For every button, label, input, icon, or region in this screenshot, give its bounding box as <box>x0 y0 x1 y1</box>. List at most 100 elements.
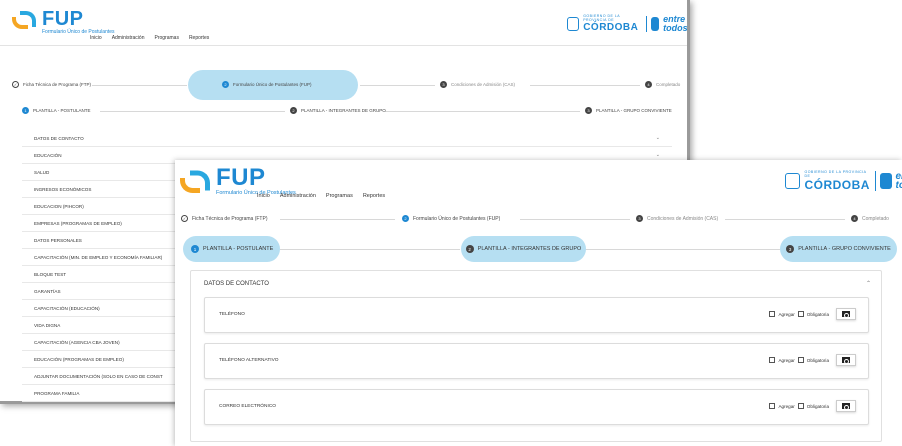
step-label: Completado <box>656 82 681 87</box>
add-checkbox[interactable] <box>769 357 776 363</box>
substep-number: 2 <box>290 107 297 114</box>
step-connector <box>530 85 640 86</box>
brand-slogan-2: todos <box>663 22 688 33</box>
brand-small: GOBIERNO DE LA PROVINCIA DE <box>583 14 620 22</box>
field-row-correo: CORREO ELECTRÓNICO Agregar Obligatoria <box>204 389 869 425</box>
step-connector <box>92 85 187 86</box>
nav-item-inicio[interactable]: Inicio <box>257 193 270 199</box>
substep-label: PLANTILLA - GRUPO CONVIVIENTE <box>798 246 891 252</box>
step-label: Condiciones de Admisión (CAS) <box>451 82 516 87</box>
field-label: CORREO ELECTRÓNICO <box>219 404 277 409</box>
required-label: Obligatoria <box>806 311 829 317</box>
accordion-label: EMPRESAS (PROGRAMAS DE EMPLEO) <box>34 220 122 226</box>
required-label: Obligatoria <box>806 357 829 363</box>
accordion-label: GARANTÍAS <box>34 288 61 294</box>
accordion-label: CAPACITACIÓN (AGENCIA CBA JOVEN) <box>34 339 120 345</box>
field-row-telefono-alternativo: TELÉFONO ALTERNATIVO Agregar Obligatoria <box>204 343 869 379</box>
substep-integrantes[interactable]: 2 PLANTILLA - INTEGRANTES DE GRUPO <box>290 107 386 114</box>
brand-divider <box>874 171 876 191</box>
step-connector <box>520 219 630 220</box>
chevron-down-icon: ⌄ <box>655 152 660 158</box>
step-ftp[interactable]: ✓ Ficha Técnica de Programa (FTP) <box>181 215 268 222</box>
step-cas[interactable]: 3 Condiciones de Admisión (CAS) <box>440 81 515 88</box>
step-fup[interactable]: 2 Formulario Único de Postulantes (FUP) <box>402 215 500 222</box>
preview-button[interactable] <box>836 400 856 412</box>
substep-integrantes[interactable]: 2 PLANTILLA - INTEGRANTES DE GRUPO <box>461 236 586 262</box>
substep-conviviente[interactable]: 3 PLANTILLA - GRUPO CONVIVIENTE <box>585 107 672 114</box>
accordion-label: CAPACITACIÓN (EDUCACIÓN) <box>34 305 100 311</box>
nav-item-administracion[interactable]: Administración <box>280 193 316 199</box>
step-completado[interactable]: 4 Completado <box>645 81 680 88</box>
add-label: Agregar <box>778 311 795 317</box>
preview-button[interactable] <box>836 354 856 366</box>
accordion-item[interactable]: DATOS DE CONTACTO ⌄ <box>22 130 672 147</box>
composite-screenshot: FUP Formulario Único de Postulantes Inic… <box>0 0 902 446</box>
entre-todos-icon <box>650 16 660 31</box>
nav-item-reportes[interactable]: Reportes <box>189 35 209 41</box>
main-nav: Inicio Administración Programas Reportes <box>257 193 385 199</box>
add-checkbox[interactable] <box>769 403 776 409</box>
required-checkbox[interactable] <box>797 357 804 363</box>
fup-logo[interactable]: FUP Formulario Único de Postulantes <box>12 9 115 35</box>
step-label: Formulario Único de Postulantes (FUP) <box>413 215 501 222</box>
step-number: 4 <box>851 215 858 222</box>
step-completado[interactable]: 4 Completado <box>851 215 889 222</box>
substep-conviviente[interactable]: 3 PLANTILLA - GRUPO CONVIVIENTE <box>780 236 897 262</box>
accordion-label: BLOQUE TEST <box>34 271 67 277</box>
substep-label: PLANTILLA - INTEGRANTES DE GRUPO <box>477 246 582 252</box>
step-label: Ficha Técnica de Programa (FTP) <box>192 215 268 222</box>
main-nav: Inicio Administración Programas Reportes <box>90 35 209 41</box>
accordion-label: CAPACITACIÓN (MIN. DE EMPLEO Y ECONOMÍA … <box>34 254 163 260</box>
search-icon <box>842 403 850 410</box>
substep-postulante[interactable]: 1 PLANTILLA - POSTULANTE <box>22 107 91 114</box>
required-checkbox[interactable] <box>797 311 804 317</box>
required-checkbox[interactable] <box>797 403 804 409</box>
add-label: Agregar <box>778 357 795 363</box>
search-icon <box>842 311 850 318</box>
brand-province: CÓRDOBA <box>583 22 639 33</box>
logo-title: FUP <box>42 8 84 30</box>
substep-number: 1 <box>191 245 199 253</box>
step-fup[interactable]: 2 Formulario Único de Postulantes (FUP) <box>222 81 312 88</box>
check-icon: ✓ <box>181 215 188 222</box>
fup-logo[interactable]: FUP Formulario Único de Postulantes <box>180 166 296 197</box>
substep-number: 3 <box>585 107 592 114</box>
step-connector <box>360 85 435 86</box>
nav-item-administracion[interactable]: Administración <box>112 35 145 41</box>
logo-title: FUP <box>216 164 266 191</box>
step-number: 3 <box>440 81 447 88</box>
step-connector <box>725 219 845 220</box>
step-label: Ficha Técnica de Programa (FTP) <box>23 82 91 87</box>
step-number: 2 <box>222 81 229 88</box>
search-icon <box>842 357 850 364</box>
cordoba-shield-icon <box>567 16 580 31</box>
substep-connector <box>585 249 780 250</box>
nav-item-reportes[interactable]: Reportes <box>363 193 385 199</box>
accordion-label: DATOS DE CONTACTO <box>34 135 84 141</box>
nav-item-programas[interactable]: Programas <box>154 35 178 41</box>
field-row-telefono: TELÉFONO Agregar Obligatoria <box>204 297 869 333</box>
accordion-label: EDUCACIÓN (PROGRAMAS DE EMPLEO) <box>34 356 124 362</box>
front-window: FUP Formulario Único de Postulantes Inic… <box>175 160 902 446</box>
substep-postulante[interactable]: 1 PLANTILLA - POSTULANTE <box>183 236 280 262</box>
substep-number: 3 <box>786 245 795 253</box>
step-number: 2 <box>402 215 409 222</box>
chevron-up-icon[interactable]: ⌃ <box>866 280 871 287</box>
government-brand: GOBIERNO DE LA PROVINCIA DECÓRDOBA entre… <box>785 170 902 192</box>
brand-divider <box>645 15 647 32</box>
cordoba-shield-icon <box>785 173 801 189</box>
step-ftp[interactable]: ✓ Ficha Técnica de Programa (FTP) <box>12 81 91 88</box>
step-cas[interactable]: 3 Condiciones de Admisión (CAS) <box>636 215 718 222</box>
substep-connector <box>100 111 285 112</box>
nav-item-programas[interactable]: Programas <box>326 193 353 199</box>
accordion-label: EDUCACION (PIHCOR) <box>34 203 84 209</box>
substep-connector <box>385 111 580 112</box>
preview-button[interactable] <box>836 308 856 320</box>
substep-label: PLANTILLA - INTEGRANTES DE GRUPO <box>301 108 386 113</box>
nav-item-inicio[interactable]: Inicio <box>90 35 102 41</box>
add-checkbox[interactable] <box>769 311 776 317</box>
add-label: Agregar <box>778 403 795 409</box>
contact-data-panel: DATOS DE CONTACTO ⌃ TELÉFONO Agregar Obl… <box>190 270 882 442</box>
substep-connector <box>280 249 460 250</box>
chevron-down-icon: ⌄ <box>655 135 660 141</box>
